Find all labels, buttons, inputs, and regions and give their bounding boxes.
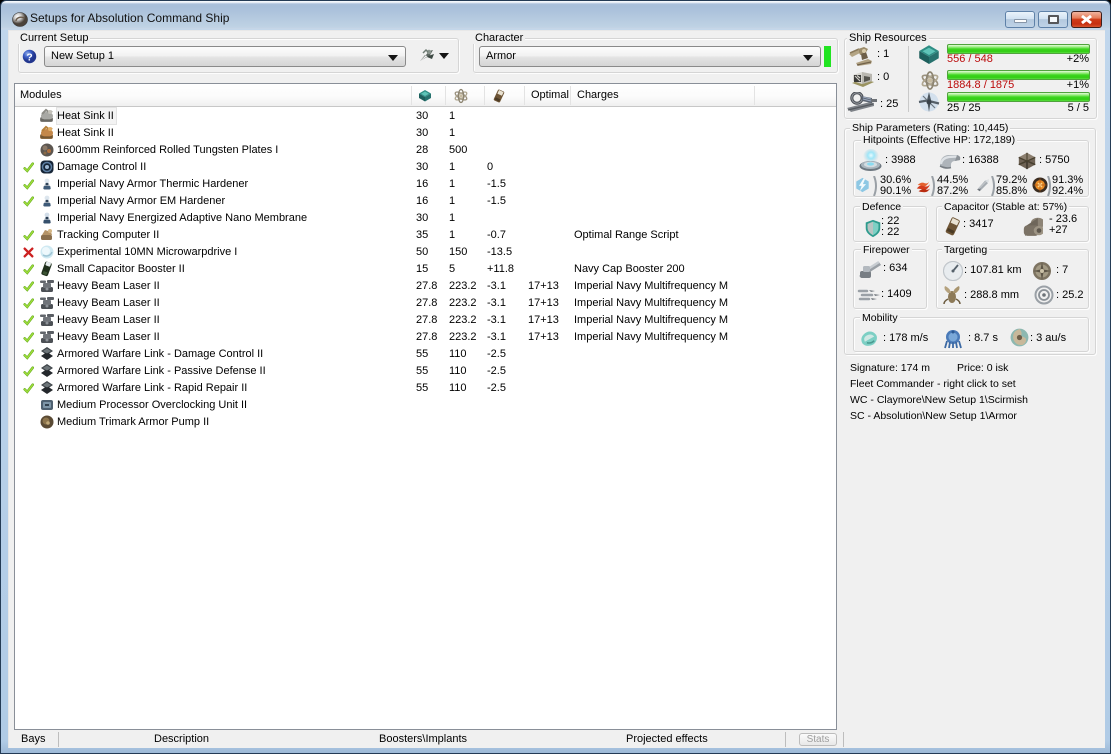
svg-text:?: ? [26,52,32,63]
